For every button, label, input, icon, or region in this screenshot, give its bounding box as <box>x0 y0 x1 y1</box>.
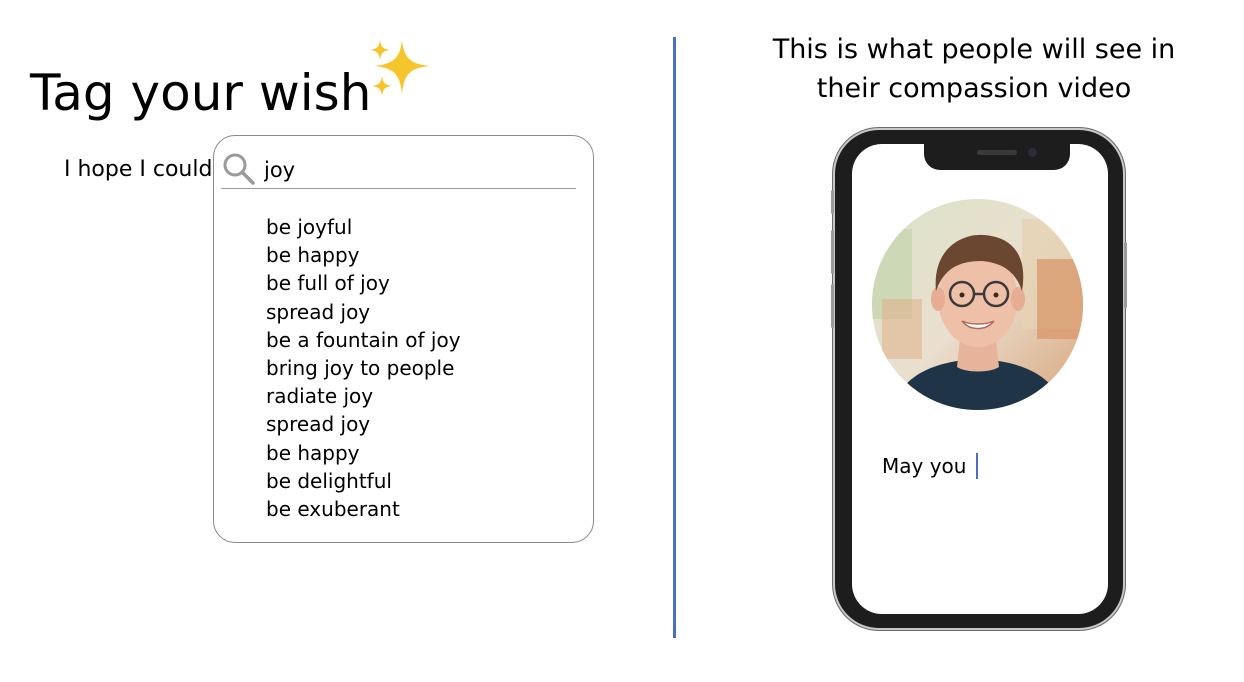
phone-screen: May you <box>852 144 1108 614</box>
suggestion-item[interactable]: be a fountain of joy <box>266 326 461 354</box>
phone-side-button <box>831 284 834 328</box>
wish-preview-text: May you <box>882 452 979 481</box>
camera-icon <box>1028 148 1037 157</box>
search-underline <box>221 188 576 189</box>
suggestion-list: be joyful be happy be full of joy spread… <box>266 213 461 523</box>
suggestion-item[interactable]: be happy <box>266 241 461 269</box>
sparkles-icon <box>370 40 430 96</box>
preview-heading-line-1: This is what people will see in <box>772 34 1176 65</box>
search-icon <box>223 153 255 185</box>
preview-heading: This is what people will see in their co… <box>750 30 1198 108</box>
wish-search-input[interactable] <box>264 156 564 184</box>
suggestion-item[interactable]: be joyful <box>266 213 461 241</box>
suggestion-item[interactable]: spread joy <box>266 410 461 438</box>
suggestion-item[interactable]: be full of joy <box>266 269 461 297</box>
phone-side-button <box>831 230 834 274</box>
text-caret <box>976 452 979 479</box>
page-title: Tag your wish <box>30 63 372 122</box>
phone-notch <box>924 144 1070 170</box>
suggestion-item[interactable]: bring joy to people <box>266 354 461 382</box>
suggestion-item[interactable]: be exuberant <box>266 495 461 523</box>
speaker-icon <box>977 150 1017 155</box>
suggestion-item[interactable]: spread joy <box>266 298 461 326</box>
vertical-divider <box>673 37 676 638</box>
wish-prompt-label: I hope I could <box>64 157 213 182</box>
suggestion-item[interactable]: be happy <box>266 439 461 467</box>
wish-preview-value: May you <box>882 454 967 478</box>
suggestion-item[interactable]: be delightful <box>266 467 461 495</box>
phone-side-button <box>1124 242 1127 308</box>
phone-mockup: May you <box>831 130 1127 628</box>
avatar <box>872 199 1083 410</box>
phone-side-button <box>831 190 834 214</box>
suggestion-item[interactable]: radiate joy <box>266 382 461 410</box>
wish-search-panel: be joyful be happy be full of joy spread… <box>213 135 594 543</box>
preview-heading-line-2: their compassion video <box>816 73 1132 104</box>
